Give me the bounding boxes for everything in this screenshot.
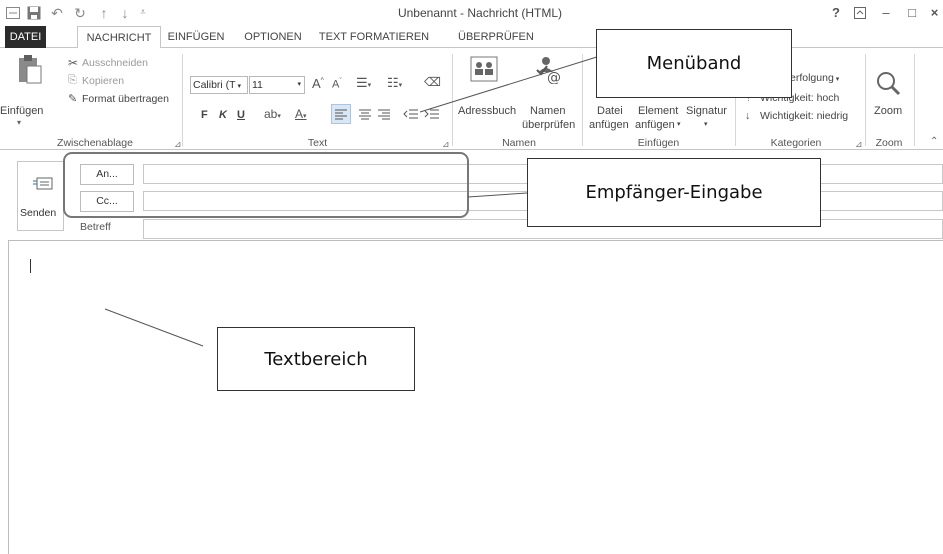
callout-recipients: Empfänger-Eingabe: [527, 158, 821, 227]
callout-lines: [104, 55, 601, 347]
callout-body: Textbereich: [217, 327, 415, 391]
callout-ribbon: Menüband: [596, 29, 792, 98]
